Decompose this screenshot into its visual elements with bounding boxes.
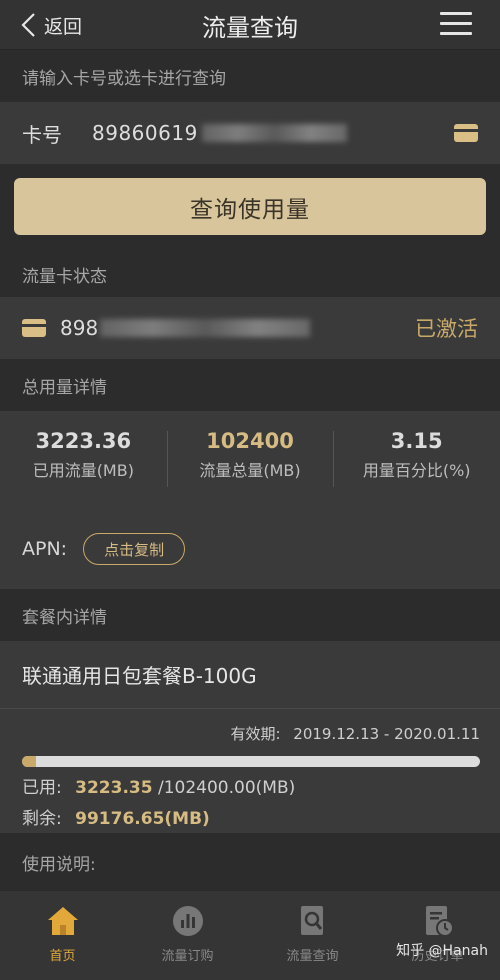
chart-icon <box>172 906 203 936</box>
watermark: 知乎 @Hanah <box>396 943 488 959</box>
redacted-digits <box>100 319 311 337</box>
instructions-title: 使用说明: <box>22 854 96 875</box>
history-doc-icon <box>425 906 454 937</box>
tab-label: 流量订购 <box>161 949 214 964</box>
tab-label: 首页 <box>49 949 76 964</box>
card-icon <box>22 319 46 337</box>
status-card-number: 898 <box>60 316 99 340</box>
app-header: 返回 流量查询 <box>0 0 500 50</box>
card-status-row: 898 已激活 <box>0 297 500 359</box>
validity-label: 有效期: <box>230 725 281 743</box>
tab-history[interactable]: 历史订单 <box>375 891 500 980</box>
used-traffic-value: 3223.36 <box>35 429 132 453</box>
status-badge: 已激活 <box>415 317 478 341</box>
redacted-digits <box>201 124 347 142</box>
menu-icon[interactable] <box>440 12 472 36</box>
card-label: 卡号 <box>22 122 62 147</box>
apn-label: APN: <box>22 538 68 560</box>
used-traffic-label: 已用流量(MB) <box>32 461 134 480</box>
usage-section-title: 总用量详情 <box>0 359 500 411</box>
total-traffic-stat: 102400 流量总量(MB) <box>166 429 334 489</box>
usage-percent-value: 3.15 <box>390 429 443 453</box>
remaining-amount: 99176.65(MB) <box>75 809 210 829</box>
used-label: 已用: <box>22 778 62 798</box>
usage-summary: 3223.36 已用流量(MB) 102400 流量总量(MB) 3.15 用量… <box>0 411 500 589</box>
total-traffic-value: 102400 <box>206 429 294 453</box>
back-label: 返回 <box>44 15 83 38</box>
card-input-row[interactable]: 卡号 89860619 <box>0 102 500 164</box>
card-icon[interactable] <box>454 124 478 142</box>
tab-home[interactable]: 首页 <box>0 891 125 980</box>
plan-section-title: 套餐内详情 <box>0 589 500 641</box>
validity-period: 有效期: 2019.12.13 - 2020.01.11 <box>22 723 480 744</box>
back-button[interactable]: 返回 <box>20 10 82 40</box>
remaining-label: 剩余: <box>22 809 62 829</box>
remaining-line: 剩余: 99176.65(MB) <box>22 804 480 829</box>
usage-percent-label: 用量百分比(%) <box>362 461 471 480</box>
home-icon <box>47 907 78 935</box>
used-total: /102400.00(MB) <box>157 778 296 798</box>
search-doc-icon <box>300 906 323 935</box>
used-amount: 3223.35 <box>75 778 153 798</box>
tab-order[interactable]: 流量订购 <box>125 891 250 980</box>
usage-percent-stat: 3.15 用量百分比(%) <box>333 429 500 489</box>
tab-label: 流量查询 <box>286 949 339 964</box>
tab-query[interactable]: 流量查询 <box>250 891 375 980</box>
used-traffic-stat: 3223.36 已用流量(MB) <box>0 429 167 489</box>
plan-details: 联通通用日包套餐B-100G 有效期: 2019.12.13 - 2020.01… <box>0 641 500 833</box>
chevron-left-icon <box>21 13 35 37</box>
query-usage-button[interactable]: 查询使用量 <box>14 178 486 235</box>
used-line: 已用: 3223.35 /102400.00(MB) <box>22 773 480 798</box>
status-section-title: 流量卡状态 <box>0 251 500 297</box>
card-number-input[interactable]: 89860619 <box>92 121 198 145</box>
apn-row: APN: 点击复制 <box>22 533 186 565</box>
total-traffic-label: 流量总量(MB) <box>199 461 301 480</box>
usage-progress-fill <box>22 756 37 767</box>
validity-range: 2019.12.13 - 2020.01.11 <box>293 725 480 743</box>
bottom-tab-bar: 首页 流量订购 流量查询 历史订单 知乎 @Hanah <box>0 890 500 980</box>
plan-name: 联通通用日包套餐B-100G <box>0 641 500 709</box>
query-prompt: 请输入卡号或选卡进行查询 <box>0 50 500 102</box>
usage-progress-bar <box>22 756 480 767</box>
copy-apn-button[interactable]: 点击复制 <box>83 533 186 565</box>
